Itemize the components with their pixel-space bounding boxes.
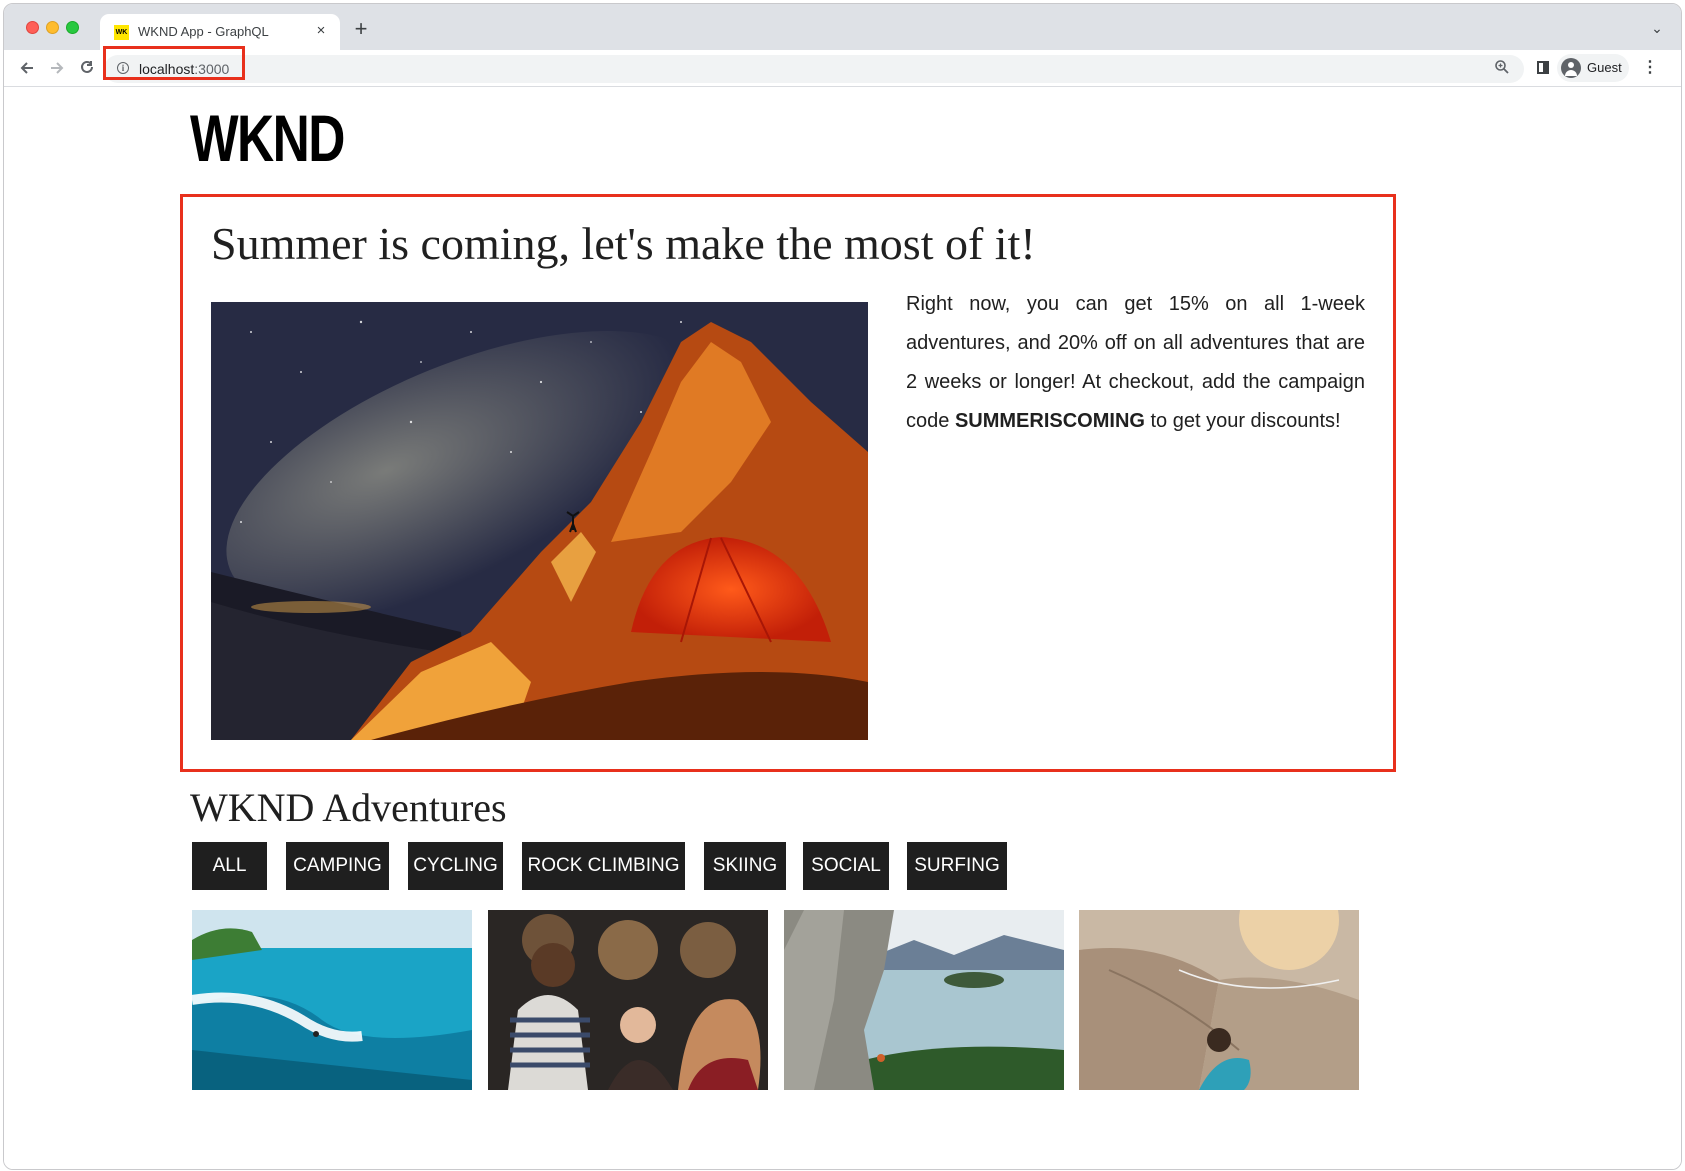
filter-all-button[interactable]: ALL <box>192 842 267 890</box>
filter-social-button[interactable]: SOCIAL <box>803 842 889 890</box>
profile-label: Guest <box>1587 60 1622 75</box>
maximize-window-button[interactable] <box>66 21 79 34</box>
filter-cycling-button[interactable]: CYCLING <box>408 842 503 890</box>
reload-icon[interactable] <box>74 55 100 81</box>
close-tab-icon[interactable]: × <box>312 22 330 40</box>
wknd-favicon-icon: WK <box>114 25 129 40</box>
address-bar[interactable]: i localhost:3000 <box>104 55 1524 83</box>
promo-title: Summer is coming, let's make the most of… <box>211 218 1036 269</box>
kebab-menu-icon[interactable]: ⋮ <box>1640 55 1660 81</box>
url-highlight-box <box>103 46 245 80</box>
adventure-card-lake-cliff-image[interactable] <box>784 910 1064 1090</box>
browser-window: WK WKND App - GraphQL × + ⌄ i localhost:… <box>3 3 1682 1170</box>
tab-strip: WK WKND App - GraphQL × + ⌄ <box>4 4 1681 50</box>
browser-toolbar: i localhost:3000 Guest ⋮ <box>4 50 1681 87</box>
browser-tab[interactable]: WK WKND App - GraphQL × <box>100 14 340 50</box>
promo-image <box>211 302 868 740</box>
back-arrow-icon[interactable] <box>14 55 40 81</box>
forward-arrow-icon[interactable] <box>44 55 70 81</box>
tab-title: WKND App - GraphQL <box>138 24 269 39</box>
page-content: WKND Summer is coming, let's make the mo… <box>4 87 1681 1169</box>
avatar-icon <box>1561 58 1581 78</box>
filter-rock-climbing-button[interactable]: ROCK CLIMBING <box>522 842 685 890</box>
promo-text-after: to get your discounts! <box>1144 410 1341 432</box>
new-tab-icon[interactable]: + <box>349 18 373 42</box>
close-window-button[interactable] <box>26 21 39 34</box>
promo-text: Right now, you can get 15% on all 1-week… <box>906 285 1365 441</box>
side-panel-icon[interactable] <box>1537 61 1549 74</box>
filter-camping-button[interactable]: CAMPING <box>286 842 389 890</box>
adventure-card-rock-climbing-image[interactable] <box>1079 910 1359 1090</box>
zoom-icon[interactable] <box>1492 59 1512 79</box>
promo-banner: Summer is coming, let's make the most of… <box>180 194 1396 772</box>
wknd-logo[interactable]: WKND <box>190 105 345 171</box>
tab-search-icon[interactable]: ⌄ <box>1647 18 1667 38</box>
filter-surfing-button[interactable]: SURFING <box>907 842 1007 890</box>
filter-skiing-button[interactable]: SKIING <box>704 842 786 890</box>
minimize-window-button[interactable] <box>46 21 59 34</box>
adventure-card-social-image[interactable] <box>488 910 768 1090</box>
adventures-title: WKND Adventures <box>190 785 507 830</box>
adventure-card-surfing-image[interactable] <box>192 910 472 1090</box>
profile-button[interactable]: Guest <box>1557 54 1629 82</box>
promo-code: SUMMERISCOMING <box>954 410 1145 432</box>
